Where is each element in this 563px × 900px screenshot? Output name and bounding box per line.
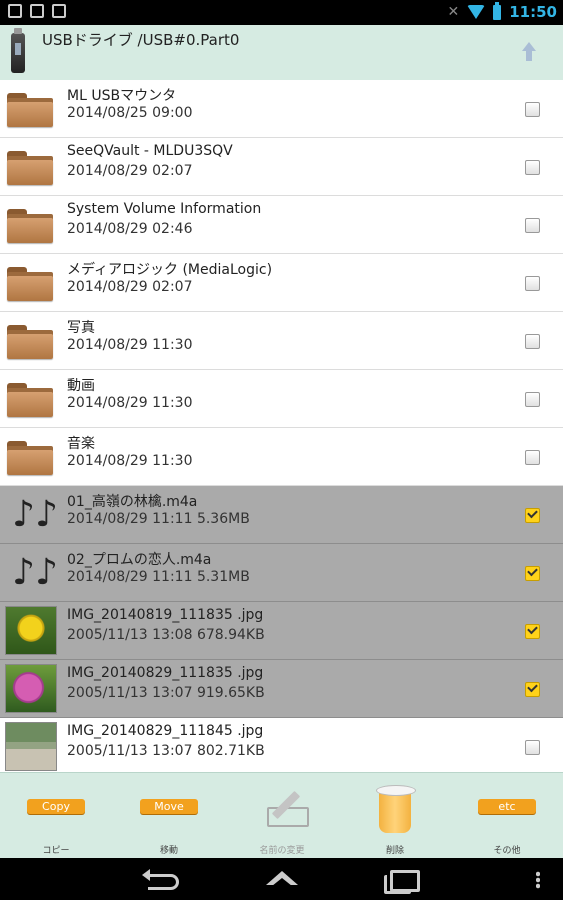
file-name: 音楽 — [67, 436, 95, 452]
usb-debug-icon: ✕ — [447, 4, 460, 20]
recent-apps-button[interactable] — [372, 858, 432, 900]
music-note-icon: ♪♪ — [12, 552, 58, 593]
file-name: IMG_20140829_111845 .jpg — [67, 723, 264, 739]
folder-icon — [7, 267, 53, 301]
rename-pencil-icon — [267, 785, 309, 827]
list-item[interactable]: System Volume Information 2014/08/29 02:… — [0, 196, 563, 254]
etc-badge: etc — [478, 799, 536, 814]
file-meta: 2014/08/29 02:07 — [67, 279, 193, 295]
wifi-icon — [467, 5, 486, 19]
etc-button[interactable]: etc その他 — [462, 773, 552, 859]
trash-icon — [376, 785, 416, 835]
overflow-menu-icon[interactable] — [536, 871, 540, 889]
rename-button[interactable]: 名前の変更 — [237, 773, 327, 859]
folder-icon — [7, 151, 53, 185]
back-button[interactable] — [134, 858, 194, 900]
select-checkbox[interactable] — [525, 682, 540, 697]
move-badge: Move — [140, 799, 198, 814]
list-item[interactable]: 動画 2014/08/29 11:30 — [0, 370, 563, 428]
select-checkbox[interactable] — [525, 450, 540, 465]
list-item[interactable]: 音楽 2014/08/29 11:30 — [0, 428, 563, 486]
select-checkbox[interactable] — [525, 508, 540, 523]
usb-drive-icon — [11, 28, 25, 73]
folder-icon — [7, 441, 53, 475]
gallery-notification-icon — [8, 4, 22, 18]
list-item[interactable]: メディアロジック (MediaLogic) 2014/08/29 02:07 — [0, 254, 563, 312]
select-checkbox[interactable] — [525, 624, 540, 639]
file-name: ML USBマウンタ — [67, 88, 177, 104]
list-item[interactable]: ♪♪ 02_プロムの恋人.m4a 2014/08/29 11:11 5.31MB — [0, 544, 563, 602]
etc-label: その他 — [493, 846, 521, 856]
music-note-icon: ♪♪ — [12, 494, 58, 535]
file-meta: 2014/08/29 11:30 — [67, 453, 193, 469]
battery-icon — [493, 1, 502, 20]
move-button[interactable]: Move 移動 — [124, 773, 214, 859]
file-meta: 2014/08/29 11:30 — [67, 395, 193, 411]
file-list: ML USBマウンタ 2014/08/25 09:00 SeeQVault - … — [0, 80, 563, 776]
file-name: SeeQVault - MLDU3SQV — [67, 143, 233, 159]
file-name: 02_プロムの恋人.m4a — [67, 552, 212, 568]
delete-label: 削除 — [385, 846, 404, 856]
file-meta: 2014/08/29 11:11 5.31MB — [67, 569, 250, 585]
select-checkbox[interactable] — [525, 102, 540, 117]
file-meta: 2005/11/13 13:07 802.71KB — [67, 743, 265, 759]
list-item[interactable]: ♪♪ 01_高嶺の林檎.m4a 2014/08/29 11:11 5.36MB — [0, 486, 563, 544]
file-name: IMG_20140829_111835 .jpg — [67, 665, 264, 681]
file-name: 動画 — [67, 378, 95, 394]
bag-notification-icon — [52, 4, 66, 18]
list-item[interactable]: 写真 2014/08/29 11:30 — [0, 312, 563, 370]
copy-badge: Copy — [27, 799, 85, 814]
back-icon — [148, 874, 179, 890]
up-arrow-icon — [522, 42, 536, 51]
copy-button[interactable]: Copy コピー — [11, 773, 101, 859]
folder-icon — [7, 209, 53, 243]
status-bar: ✕ 11:50 — [0, 0, 563, 25]
move-label: 移動 — [159, 846, 178, 856]
file-name: System Volume Information — [67, 201, 262, 217]
file-meta: 2014/08/29 11:11 5.36MB — [67, 511, 250, 527]
file-meta: 2014/08/29 02:07 — [67, 163, 193, 179]
file-name: メディアロジック (MediaLogic) — [67, 262, 273, 278]
image-thumbnail — [5, 664, 57, 713]
file-name: 写真 — [67, 320, 95, 336]
select-checkbox[interactable] — [525, 160, 540, 175]
file-meta: 2005/11/13 13:07 919.65KB — [67, 685, 265, 701]
list-item[interactable]: IMG_20140829_111845 .jpg 2005/11/13 13:0… — [0, 718, 563, 776]
file-name: 01_高嶺の林檎.m4a — [67, 494, 198, 510]
sd-card-notification-icon — [30, 4, 44, 18]
file-name: IMG_20140819_111835 .jpg — [67, 607, 264, 623]
system-navigation-bar — [0, 858, 563, 900]
select-checkbox[interactable] — [525, 276, 540, 291]
image-thumbnail — [5, 606, 57, 655]
home-button[interactable] — [252, 858, 312, 900]
list-item[interactable]: ML USBマウンタ 2014/08/25 09:00 — [0, 80, 563, 138]
select-checkbox[interactable] — [525, 392, 540, 407]
file-meta: 2014/08/29 11:30 — [67, 337, 193, 353]
system-icons: ✕ 11:50 — [447, 1, 557, 21]
file-meta: 2014/08/25 09:00 — [67, 105, 193, 121]
action-toolbar: Copy コピー Move 移動 名前の変更 削除 etc その他 — [0, 772, 563, 859]
file-meta: 2014/08/29 02:46 — [67, 221, 193, 237]
list-item[interactable]: IMG_20140819_111835 .jpg 2005/11/13 13:0… — [0, 602, 563, 660]
path-header: USBドライブ /USB#0.Part0 — [0, 25, 563, 81]
list-item[interactable]: SeeQVault - MLDU3SQV 2014/08/29 02:07 — [0, 138, 563, 196]
notification-icons — [8, 4, 66, 18]
select-checkbox[interactable] — [525, 566, 540, 581]
rename-label: 名前の変更 — [259, 846, 305, 856]
clock: 11:50 — [509, 3, 557, 21]
folder-icon — [7, 325, 53, 359]
parent-folder-button[interactable] — [515, 39, 543, 65]
image-thumbnail — [5, 722, 57, 771]
current-path: USBドライブ /USB#0.Part0 — [42, 31, 240, 49]
copy-label: コピー — [42, 846, 70, 856]
select-checkbox[interactable] — [525, 740, 540, 755]
folder-icon — [7, 383, 53, 417]
list-item[interactable]: IMG_20140829_111835 .jpg 2005/11/13 13:0… — [0, 660, 563, 718]
file-meta: 2005/11/13 13:08 678.94KB — [67, 627, 265, 643]
select-checkbox[interactable] — [525, 218, 540, 233]
delete-button[interactable]: 削除 — [350, 773, 440, 859]
folder-icon — [7, 93, 53, 127]
select-checkbox[interactable] — [525, 334, 540, 349]
